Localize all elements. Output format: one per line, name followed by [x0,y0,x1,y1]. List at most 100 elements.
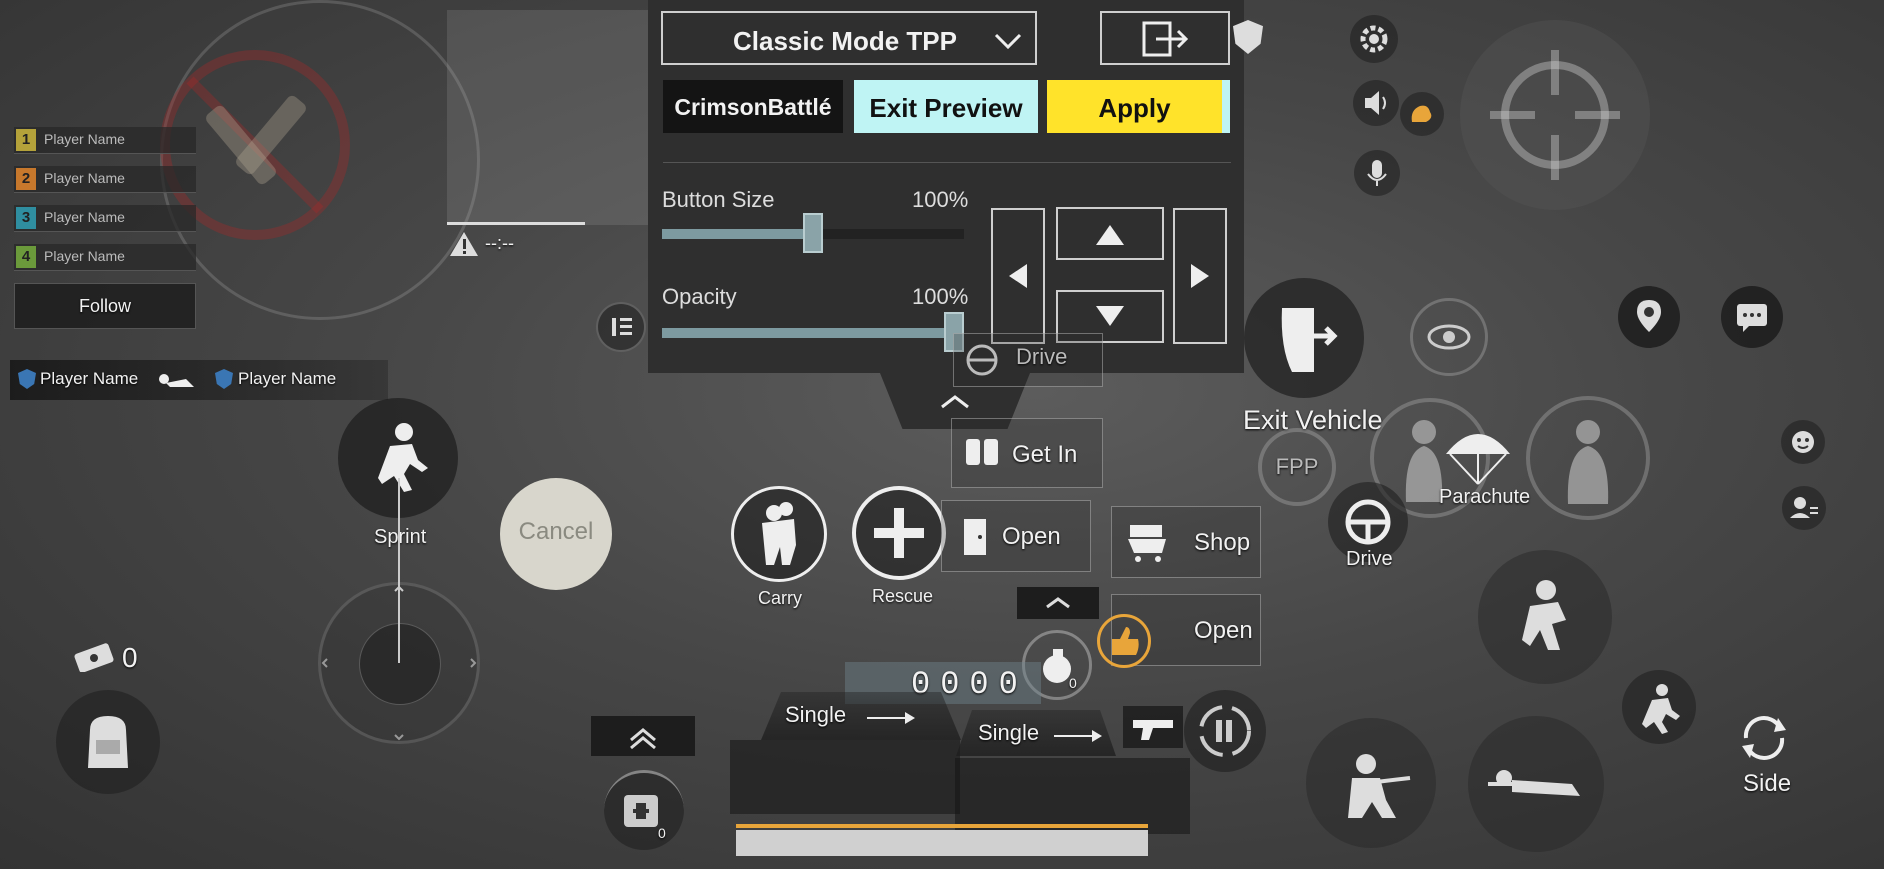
pickup-like-button[interactable] [1097,614,1151,668]
shop-button[interactable]: Shop [1111,506,1261,578]
move-left-button[interactable] [991,208,1045,344]
minimap-toggle-button[interactable] [596,302,646,352]
carry-label: Carry [758,588,802,608]
sprint-lock-line [398,478,400,658]
sprint-toggle-button[interactable] [1622,670,1696,744]
shop-label: Shop [1194,529,1251,556]
fpp-label: FPP [1275,454,1319,479]
side-switch-button[interactable] [1732,706,1796,770]
crosshair-icon [1490,50,1620,180]
aim-button[interactable] [1460,20,1650,210]
warning-icon [448,230,480,263]
prone-button[interactable] [1468,716,1604,852]
rotate-icon [1742,716,1786,760]
open-pickup-label: Open [1194,617,1253,644]
exit-preview-label: Exit Preview [869,93,1023,123]
open-door-button[interactable]: Open [941,500,1091,572]
reload-button[interactable] [1184,690,1266,772]
list-toggle-icon [612,318,632,336]
carry-button[interactable] [731,486,827,582]
heal-count: 0 [658,825,666,841]
move-right-button[interactable] [1173,208,1227,344]
exit-layout-button[interactable] [1100,11,1230,65]
shopping-cart-icon [1128,525,1166,562]
crouch-icon [1348,754,1411,818]
weapon-slot-1-header[interactable]: Single [761,692,961,740]
player-number-badge: 3 [16,207,36,229]
heal-expand-button[interactable] [591,716,695,756]
jump-icon [1522,580,1566,650]
car-door-exit-icon [1281,308,1338,372]
parachute-label: Parachute [1439,486,1531,508]
arrow-up-icon [1096,225,1124,245]
move-up-button[interactable] [1056,207,1164,260]
player-row-1: 1 Player Name [14,127,196,154]
killer-name: Player Name [40,369,139,388]
side-label: Side [1743,770,1792,797]
team-button[interactable] [1782,486,1826,530]
exit-icon [1142,21,1189,57]
profile-name-label: CrimsonBattlé [674,94,832,120]
parachute-button[interactable] [1434,410,1522,498]
follow-label: Follow [78,296,131,316]
opacity-slider[interactable] [662,312,964,352]
fpp-toggle-button[interactable]: FPP [1258,428,1336,506]
crouch-button[interactable] [1306,718,1436,848]
drive-option-button[interactable]: Drive [953,333,1103,387]
medkit-icon [624,795,658,827]
minimap-bar [447,222,585,225]
button-size-slider[interactable] [662,213,964,253]
weapon-slot-2[interactable] [955,758,1190,834]
fire-mode-label: Single [978,720,1040,745]
follow-button[interactable]: Follow [14,283,196,329]
player-name: Player Name [44,209,125,225]
player-number-badge: 1 [16,129,36,151]
jump-button[interactable] [1478,550,1612,684]
shield-icon [18,369,36,389]
thumbs-up-icon [1112,627,1139,655]
apply-button[interactable]: Apply [1047,80,1230,133]
weapon-slot-1[interactable] [730,740,960,814]
button-size-thumb[interactable] [803,213,823,253]
plus-icon [874,508,924,558]
exit-vehicle-button[interactable] [1244,278,1364,398]
seat-button-right[interactable] [1526,396,1650,520]
running-icon [1642,684,1680,734]
heal-button[interactable]: 0 [604,770,684,850]
pistol-slot[interactable] [1123,706,1183,748]
exit-preview-button[interactable]: Exit Preview [854,80,1038,133]
location-pin-icon [1637,300,1661,332]
speaker-button[interactable] [1353,80,1399,126]
speaker-icon [1365,91,1386,115]
button-size-fill [662,229,813,239]
timer-text: --:-- [485,233,514,253]
opacity-value: 100% [912,284,969,309]
button-size-value: 100% [912,187,969,212]
backpack-button[interactable] [56,690,160,794]
parachute-icon [1446,434,1510,485]
boost-indicator [1400,92,1444,136]
victim-name: Player Name [238,369,337,388]
cancel-button[interactable]: Cancel [500,478,612,590]
apply-label: Apply [1098,93,1171,123]
map-marker-button[interactable] [1618,286,1680,348]
throwable-expand-button[interactable] [1017,587,1099,619]
opacity-fill [662,328,964,338]
rescue-button[interactable] [852,486,946,580]
health-bar [736,824,1148,856]
weapon-slot-2-header[interactable]: Single [956,710,1116,756]
minimap[interactable] [447,10,657,225]
profile-name-button[interactable]: CrimsonBattlé [663,80,843,133]
emote-button[interactable] [1781,420,1825,464]
drive-option-label: Drive [1016,344,1068,369]
player-row-2: 2 Player Name [14,166,196,193]
mode-select-dropdown[interactable]: Classic Mode TPP [661,11,1037,65]
quick-chat-button[interactable] [1721,286,1783,348]
car-seat-icon [966,439,998,465]
settings-button[interactable] [1350,15,1398,63]
get-in-button[interactable]: Get In [951,418,1103,488]
panel-divider [663,162,1231,163]
mic-button[interactable] [1354,150,1400,196]
player-name: Player Name [44,248,125,264]
free-look-button[interactable] [1410,298,1488,376]
